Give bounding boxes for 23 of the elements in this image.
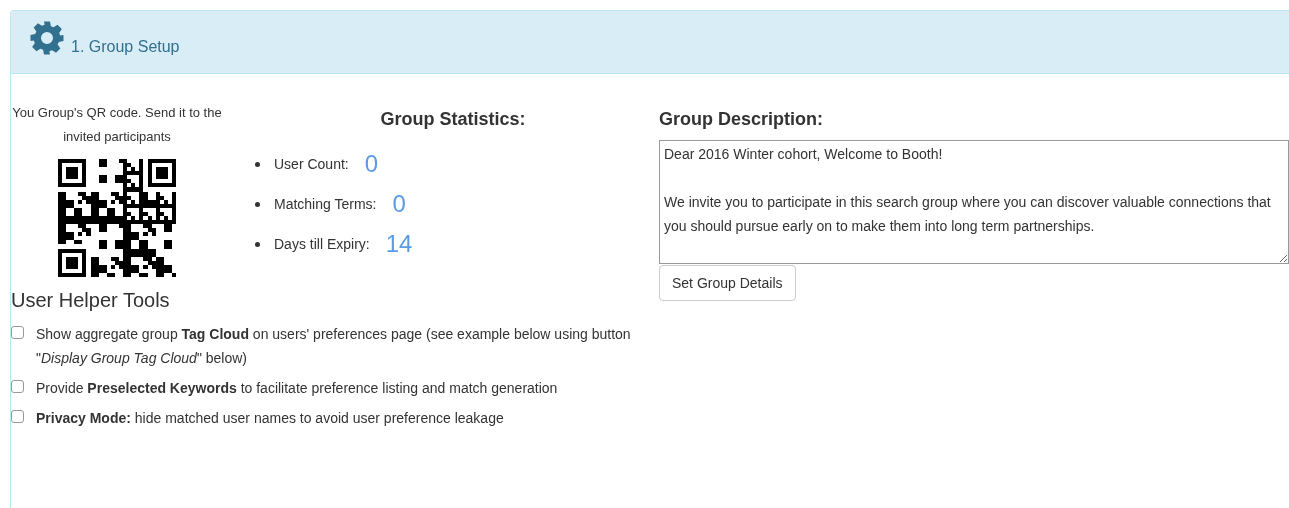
set-group-details-button[interactable]: Set Group Details — [659, 265, 796, 301]
checkbox[interactable] — [11, 380, 24, 393]
option-label: Privacy Mode: hide matched user names to avoid user preference leakage — [36, 409, 504, 428]
description-heading: Group Description: — [659, 109, 823, 130]
checkbox[interactable] — [11, 410, 24, 423]
helper-tools-heading: User Helper Tools — [11, 289, 171, 312]
stat-value: 0 — [364, 150, 379, 178]
checkbox[interactable] — [11, 326, 24, 339]
stat-label: Days till Expiry: — [274, 236, 370, 252]
stat-value: 14 — [385, 230, 413, 258]
description-field[interactable]: Dear 2016 Winter cohort, Welcome to Booth! We invite you to participate in this search group where you can discover valuable connections that you should pursue early on to make them into long term partnerships. — [659, 140, 1289, 264]
stat-value: 0 — [392, 190, 406, 218]
stat-label: User Count: — [274, 156, 349, 172]
qr-caption: You Group's QR code. Send it to the invited participants — [11, 104, 223, 146]
bullet-icon — [255, 161, 260, 167]
option-label: Provide Preselected Keywords to facilitate preference listing and match generation — [36, 379, 558, 398]
bullet-icon — [255, 201, 260, 207]
option-label: Show aggregate group Tag Cloud on users' preferences page (see example below using button "Display Group Tag Cloud" below) — [36, 325, 632, 368]
gear-icon — [29, 20, 65, 56]
bullet-icon — [255, 241, 260, 247]
panel-title: 1. Group Setup — [71, 38, 180, 56]
statistics-heading: Group Statistics: — [380, 109, 526, 130]
stat-label: Matching Terms: — [274, 196, 377, 212]
